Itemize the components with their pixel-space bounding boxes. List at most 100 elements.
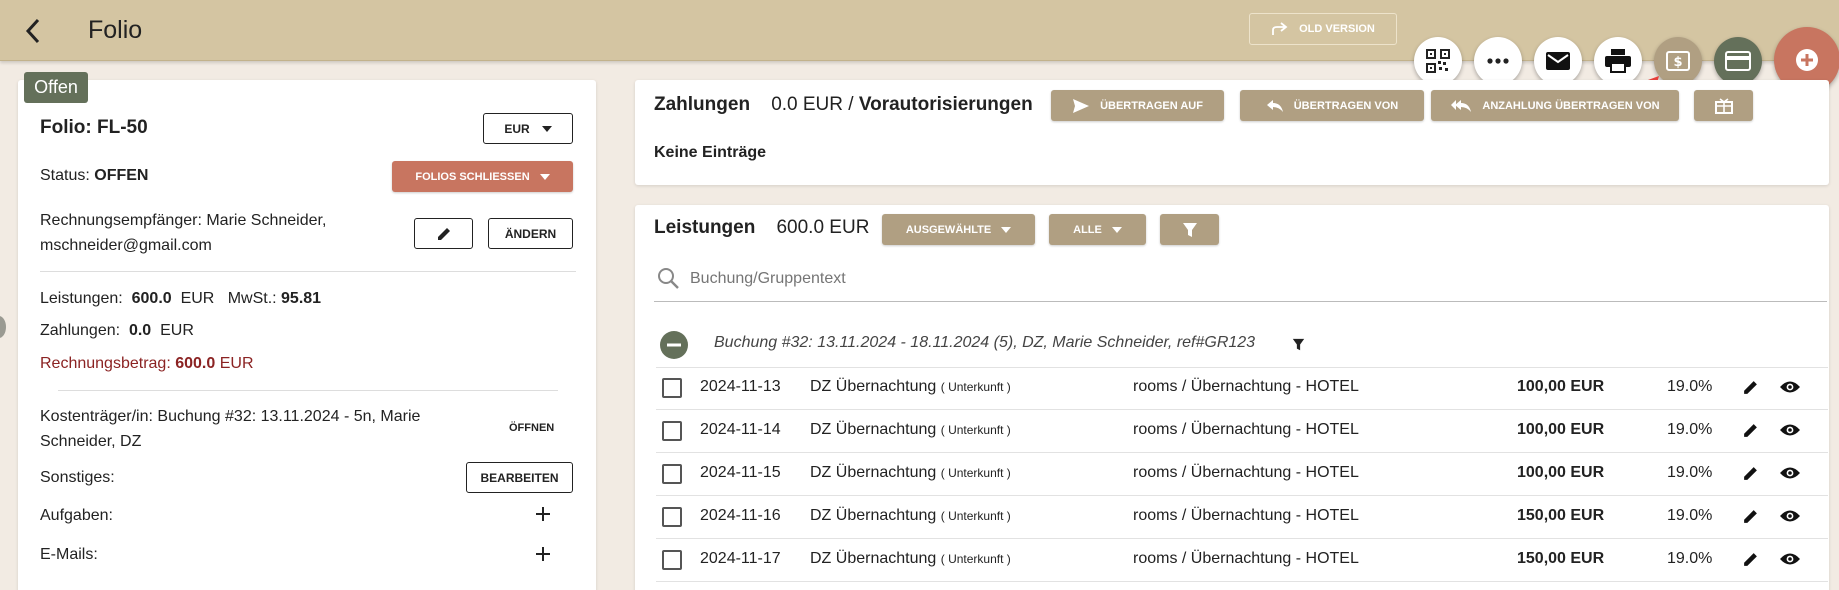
row-name: DZ Übernachtung ( Unterkunft ) [810,550,1011,568]
transfer-to-button[interactable]: ÜBERTRAGEN AUF [1051,90,1224,121]
row-type: ( Unterkunft ) [940,423,1011,437]
row-view-button[interactable] [1779,423,1801,442]
filter-button[interactable] [1160,214,1219,245]
eye-icon [1780,467,1800,479]
row-type: ( Unterkunft ) [940,380,1011,394]
row-checkbox[interactable] [662,550,682,570]
svg-text:$: $ [1673,55,1682,70]
search-field[interactable] [654,264,1827,302]
pencil-icon [1744,424,1757,437]
share-arrow-icon [1272,22,1288,35]
row-checkbox[interactable] [662,421,682,441]
plus-icon [536,507,550,521]
folio-title: Folio: FL-50 [40,117,148,138]
row-edit-button[interactable] [1742,422,1759,444]
add-icon [1796,49,1818,71]
emails-label: E-Mails: [40,546,98,563]
filter-icon [1182,222,1197,237]
send-icon [1073,98,1090,113]
add-email-button[interactable] [535,546,551,567]
row-divider [656,452,1828,453]
row-vat: 19.0% [1667,550,1713,567]
row-view-button[interactable] [1779,552,1801,571]
kostentraeger-line2: Schneider, DZ [40,433,142,450]
mwst-label: MwSt.: [227,290,277,307]
edit-label: BEARBEITEN [480,470,559,485]
close-folios-button[interactable]: FOLIOS SCHLIESSEN [392,161,573,192]
edit-other-button[interactable]: BEARBEITEN [466,462,573,493]
deposit-transfer-button[interactable]: ANZAHLUNG ÜBERTRAGEN VON [1431,90,1679,121]
row-name-text: DZ Übernachtung [810,550,937,567]
caret-down-icon [539,173,550,180]
transfer-from-button[interactable]: ÜBERTRAGEN VON [1240,90,1424,121]
row-date: 2024-11-13 [700,378,781,395]
back-button[interactable] [18,14,48,48]
status-badge: Offen [24,72,88,103]
credit-card-icon [1725,51,1751,71]
row-name: DZ Übernachtung ( Unterkunft ) [810,507,1011,525]
row-edit-button[interactable] [1742,379,1759,401]
add-task-button[interactable] [535,506,551,527]
row-amount: 100,00 EUR [1517,464,1605,481]
row-edit-button[interactable] [1742,465,1759,487]
row-name-text: DZ Übernachtung [810,378,937,395]
row-edit-button[interactable] [1742,551,1759,573]
row-view-button[interactable] [1779,380,1801,399]
kostentraeger-label: Kostenträger/in: [40,408,153,425]
more-icon [1487,58,1509,64]
change-recipient-button[interactable]: ÄNDERN [488,218,573,249]
old-version-button[interactable]: OLD VERSION [1249,13,1397,45]
all-dropdown[interactable]: ALLE [1049,214,1146,245]
leistungen-label: Leistungen: [40,290,123,307]
email-button[interactable] [1534,37,1582,85]
eye-icon [1780,424,1800,436]
row-view-button[interactable] [1779,509,1801,528]
leistungen-summary: Leistungen: 600.0 EUR MwSt.: 95.81 [40,290,321,308]
transfer-from-label: ÜBERTRAGEN VON [1293,99,1399,112]
pencil-icon [1744,510,1757,523]
search-input[interactable] [690,268,1590,290]
group-filter-button[interactable] [1292,338,1305,356]
edit-recipient-button[interactable] [414,218,473,249]
invoice-amount-summary: Rechnungsbetrag: 600.0 EUR [40,355,254,373]
rechnungsbetrag-label: Rechnungsbetrag: [40,355,171,372]
currency-select[interactable]: EUR [483,113,573,144]
row-checkbox[interactable] [662,507,682,527]
recipient-label: Rechnungsempfänger: [40,212,202,229]
leistungen-value: 600.0 [131,290,172,307]
open-button[interactable]: ÖFFNEN [509,422,554,434]
credit-card-button[interactable] [1714,37,1762,85]
row-divider [656,581,1828,582]
recipient-row: Rechnungsempfänger: Marie Schneider, [40,212,326,230]
more-options-button[interactable] [1474,37,1522,85]
row-type: ( Unterkunft ) [940,509,1011,523]
row-checkbox[interactable] [662,464,682,484]
selected-dropdown[interactable]: AUSGEWÄHLTE [882,214,1035,245]
row-name-text: DZ Übernachtung [810,507,937,524]
status-value: OFFEN [94,167,149,184]
recipient-email: mschneider@gmail.com [40,237,212,254]
row-divider [656,538,1828,539]
row-date: 2024-11-16 [700,507,781,524]
eye-icon [1780,381,1800,393]
payments-header: Zahlungen 0.0 EUR / Vorautorisierungen [654,94,1033,116]
payments-amount: 0.0 EUR / [771,94,854,115]
rechnungsbetrag-currency: EUR [219,355,254,372]
zahlungen-label: Zahlungen: [40,322,121,339]
collapse-group-button[interactable] [660,331,688,364]
caret-down-icon [1001,226,1012,233]
zahlungen-currency: EUR [160,322,194,339]
row-checkbox[interactable] [662,378,682,398]
side-handle[interactable] [0,316,6,338]
voucher-button[interactable] [1694,90,1753,121]
pencil-icon [1744,553,1757,566]
row-divider [656,409,1828,410]
row-amount: 150,00 EUR [1517,550,1605,567]
row-amount: 150,00 EUR [1517,507,1605,524]
services-header: Leistungen 600.0 EUR [654,217,869,239]
caret-down-icon [541,125,552,132]
qr-code-button[interactable] [1414,37,1462,85]
caret-down-icon [1111,226,1122,233]
row-edit-button[interactable] [1742,508,1759,530]
row-view-button[interactable] [1779,466,1801,485]
